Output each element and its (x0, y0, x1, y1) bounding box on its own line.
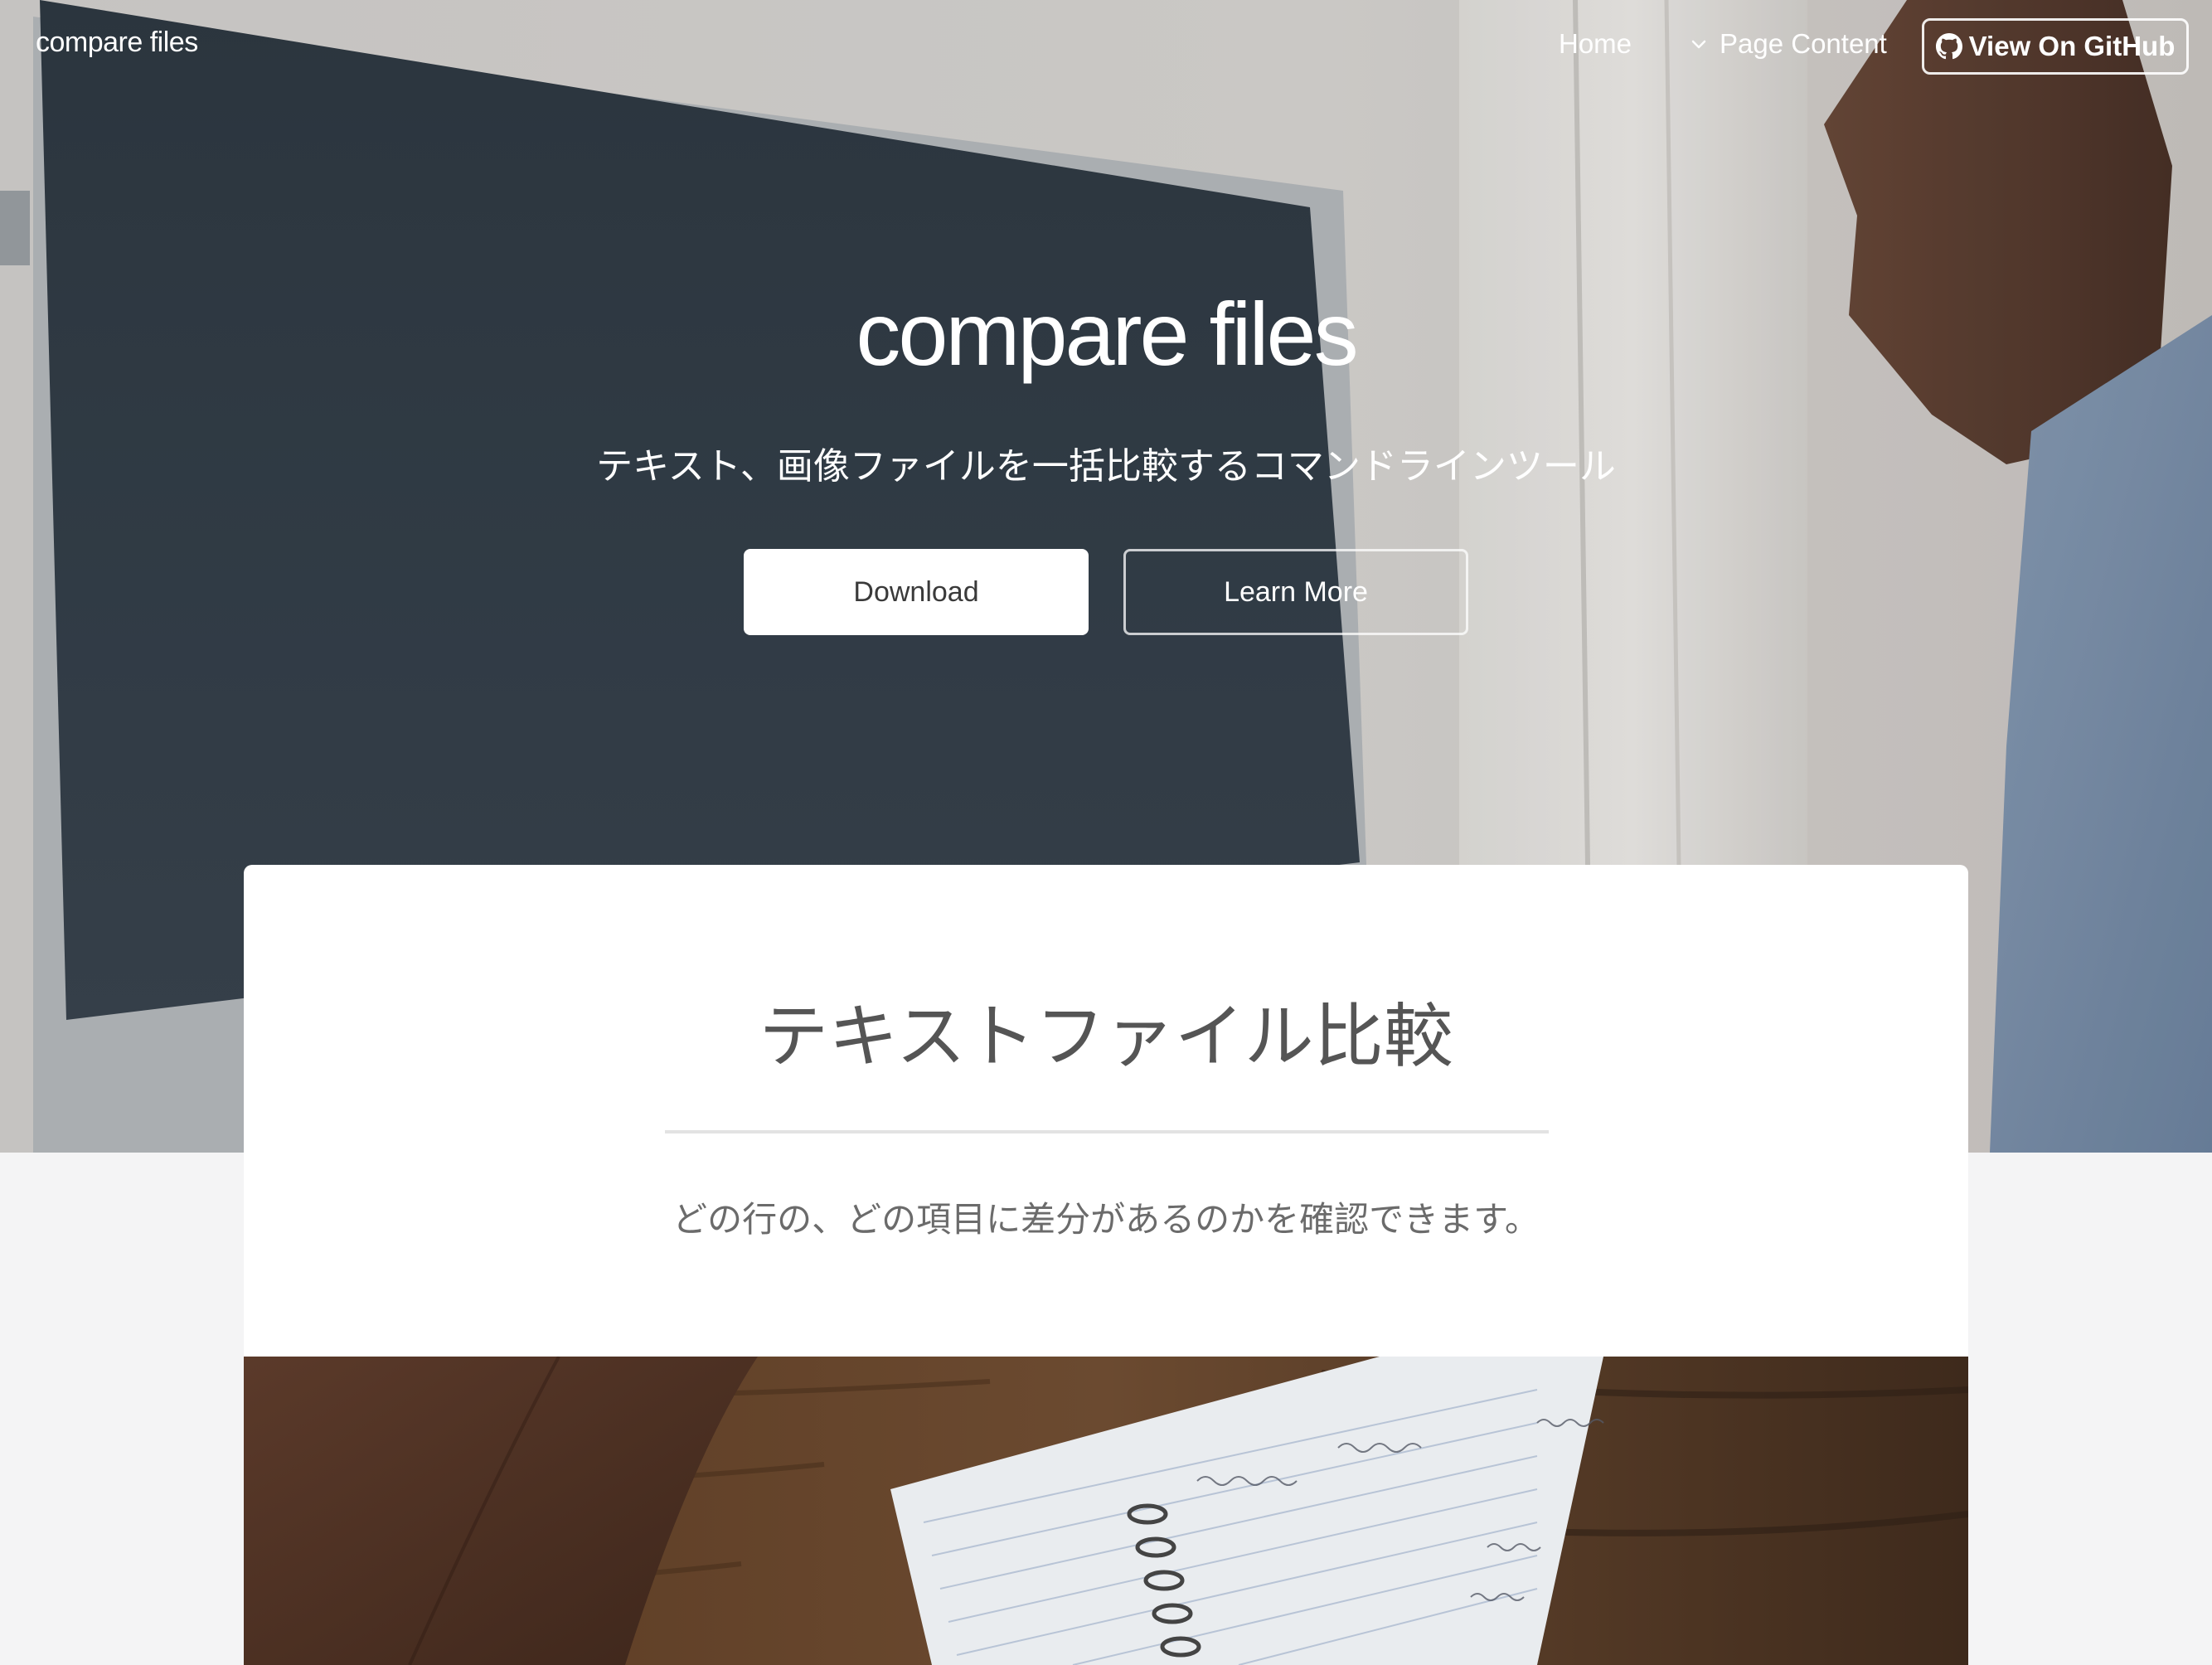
github-icon (1935, 33, 1962, 60)
nav-home-link[interactable]: Home (1559, 28, 1632, 60)
section-title: テキストファイル比較 (759, 998, 1453, 1075)
notebook-photo-graphic (244, 1357, 1968, 1665)
notebook-photo (244, 1357, 1968, 1665)
chevron-down-icon (1691, 40, 1706, 49)
navbar: compare files Home Page Content View On … (0, 0, 2212, 93)
hero-title: compare files (856, 284, 1358, 384)
section-divider (665, 1130, 1549, 1133)
view-on-github-button[interactable]: View On GitHub (1922, 18, 2189, 75)
learn-more-button[interactable]: Learn More (1123, 549, 1468, 635)
download-button[interactable]: Download (744, 549, 1089, 635)
section-description: どの行の、どの項目に差分があるのかを確認できます。 (672, 1200, 1540, 1239)
feature-card: テキストファイル比較 どの行の、どの項目に差分があるのかを確認できます。 (244, 865, 1968, 1665)
github-button-label: View On GitHub (1968, 31, 2176, 61)
nav-page-content-label: Page Content (1720, 28, 1887, 59)
hero-subtitle: テキスト、画像ファイルを一括比較するコマンドラインツール (596, 446, 1616, 487)
brand-link[interactable]: compare files (36, 27, 198, 59)
nav-page-content-dropdown[interactable]: Page Content (1690, 28, 1887, 60)
